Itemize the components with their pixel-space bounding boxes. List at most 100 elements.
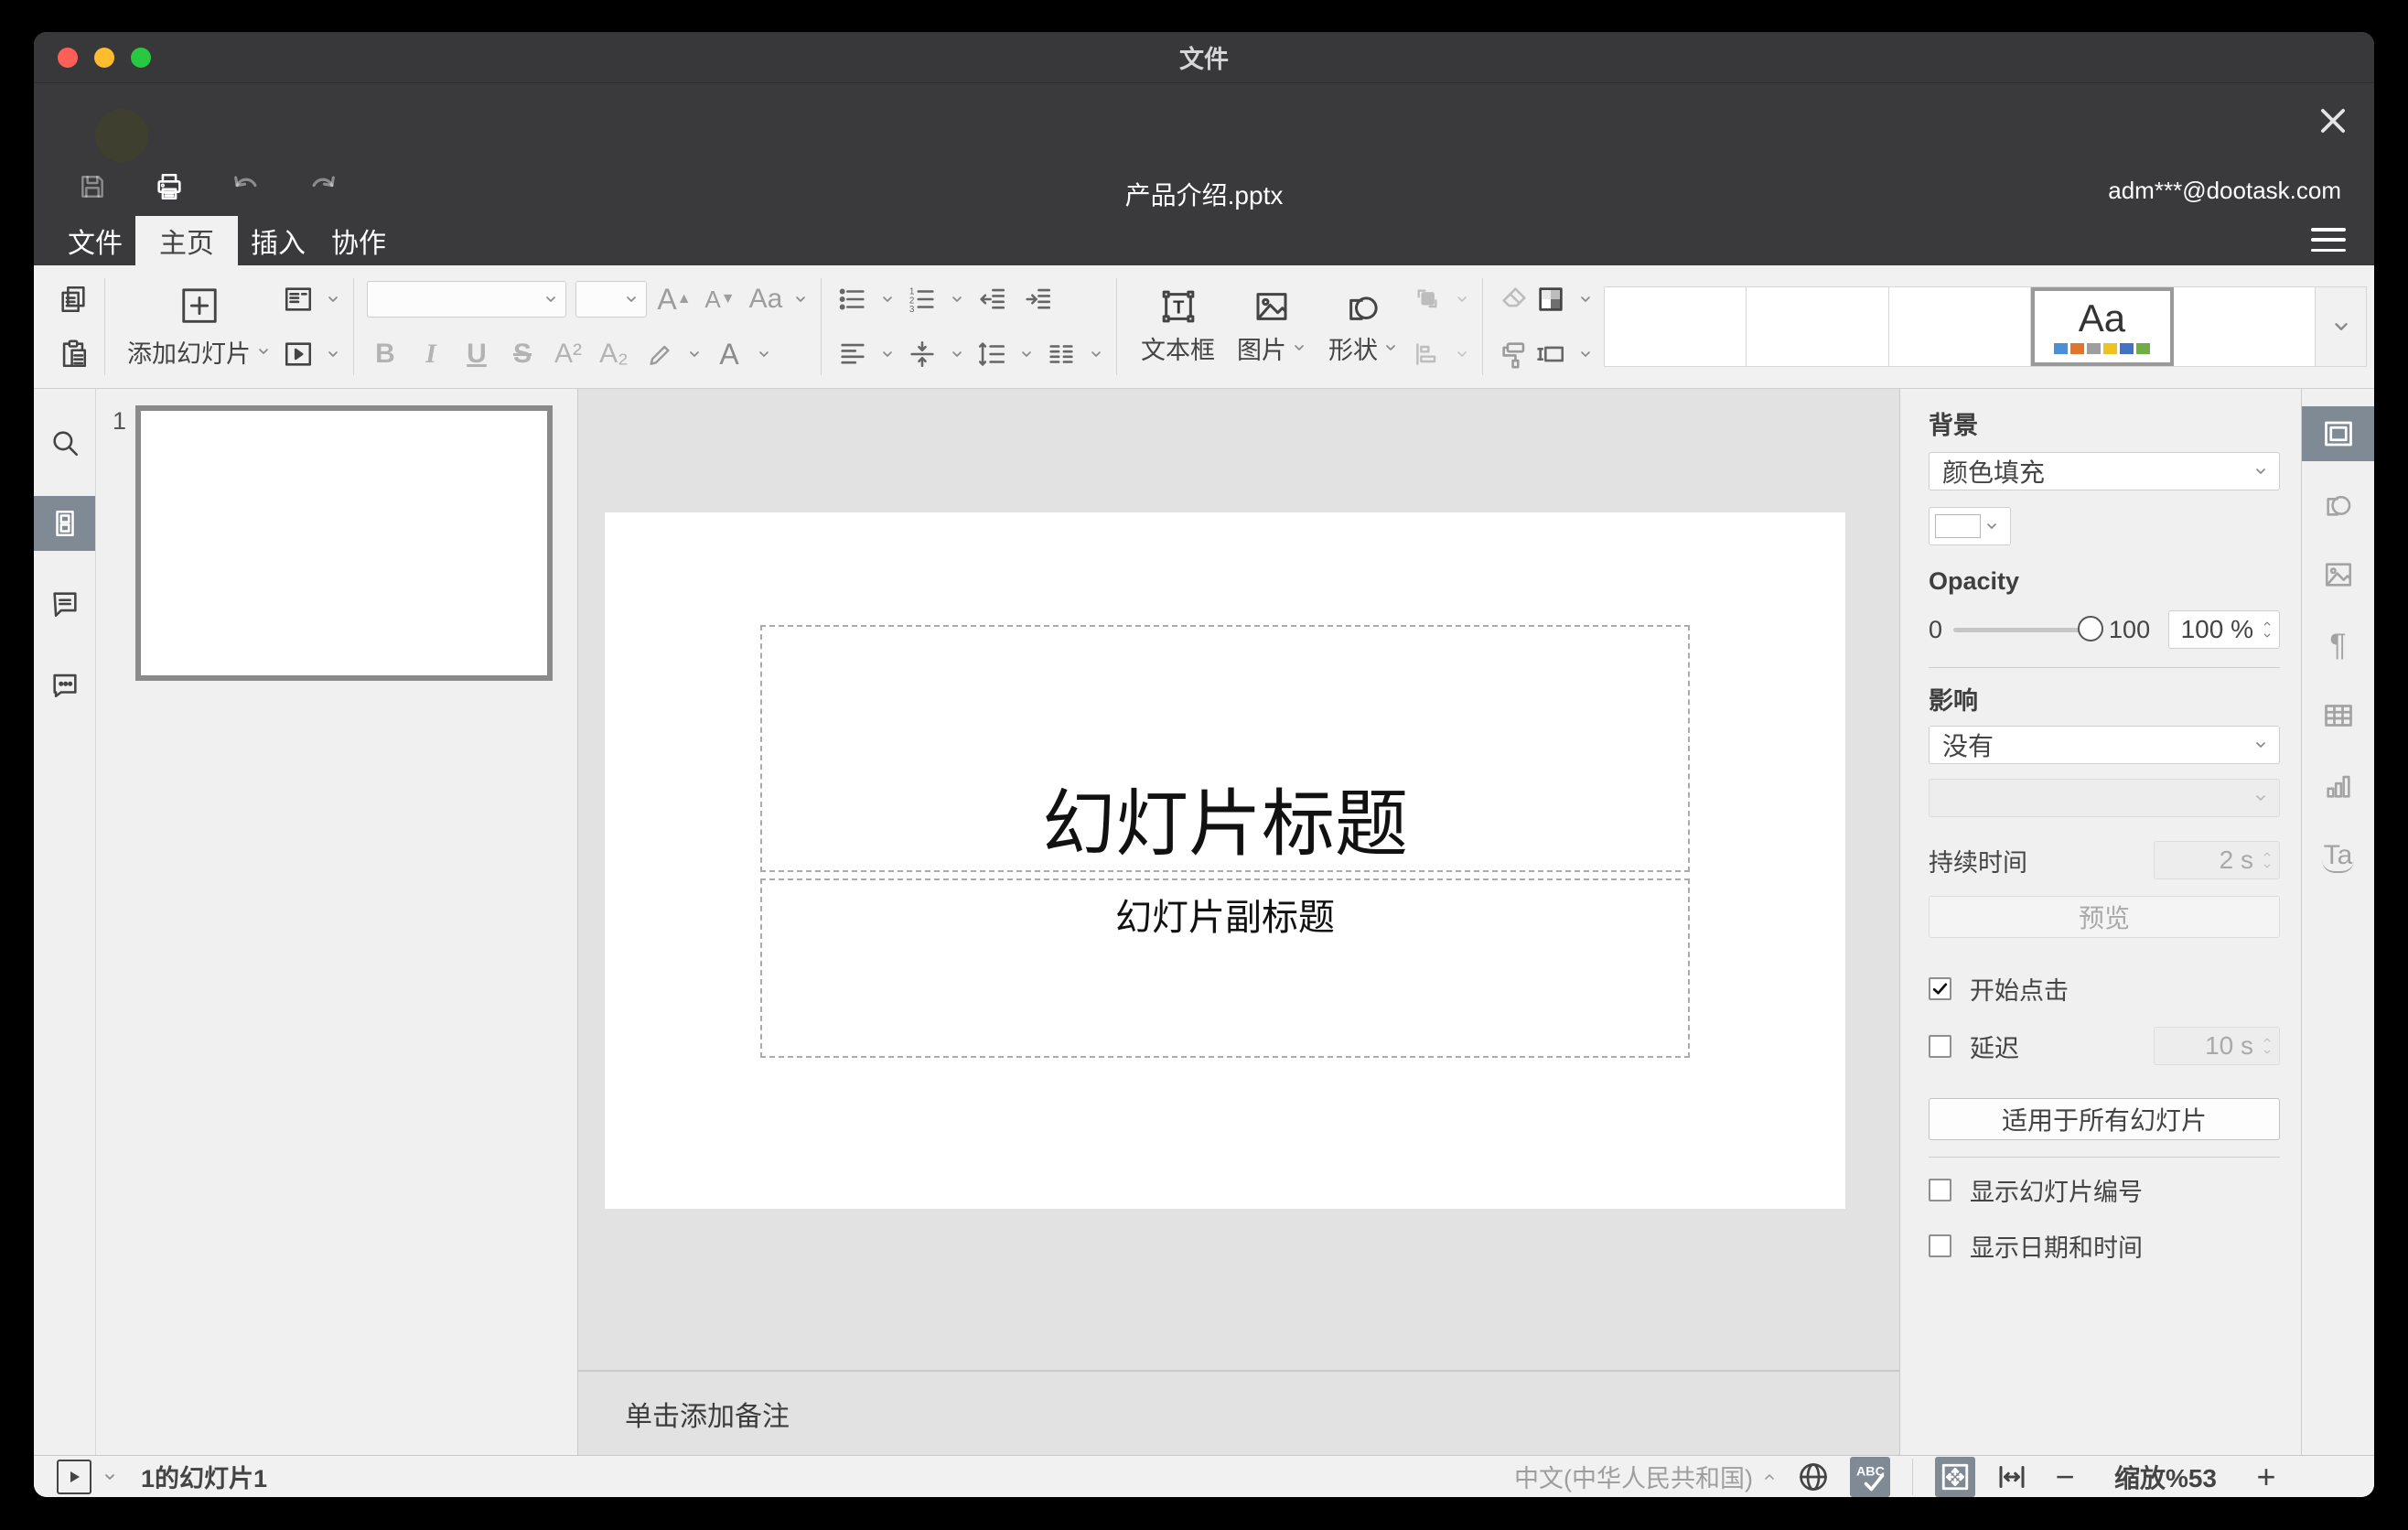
chevron-down-icon[interactable] [326,292,340,307]
slide-canvas[interactable]: 幻灯片标题 幻灯片副标题 [605,512,1845,1209]
zoom-out-button[interactable]: − [2048,1458,2081,1496]
copy-style-button[interactable] [1496,334,1532,374]
tab-insert[interactable]: 插入 [238,216,318,265]
paragraph-settings-tab[interactable]: ¶ [2302,618,2374,673]
add-slide-button[interactable]: 添加幻灯片 [118,265,280,388]
italic-button[interactable]: I [413,334,449,374]
color-scheme-button[interactable] [1532,279,1569,319]
chevron-down-icon[interactable] [326,347,340,361]
chevron-down-icon[interactable] [1578,347,1593,361]
close-icon[interactable] [2316,103,2350,138]
insert-image-button[interactable]: 图片 [1226,265,1317,388]
increase-indent-button[interactable] [1019,279,1056,319]
slides-panel-button[interactable] [34,496,95,551]
chat-button[interactable] [34,657,95,712]
copy-button[interactable] [55,279,91,319]
bullet-list-button[interactable] [834,279,871,319]
chevron-down-icon[interactable] [102,1470,117,1484]
line-spacing-button[interactable] [973,334,1010,374]
insert-textbox-button[interactable]: T 文本框 [1130,265,1226,388]
vertical-align-button[interactable] [904,334,941,374]
search-button[interactable] [34,415,95,470]
background-fill-select[interactable]: 颜色填充 [1929,452,2280,490]
background-color-swatch[interactable] [1929,507,2011,545]
theme-item[interactable] [1888,287,2032,366]
theme-item[interactable] [2173,287,2316,366]
chevron-down-icon[interactable] [757,347,771,361]
title-placeholder[interactable]: 幻灯片标题 [760,625,1690,872]
paste-button[interactable] [55,334,91,374]
show-date-time-checkbox[interactable] [1929,1234,1951,1257]
language-selector[interactable]: 中文(中华人民共和国) [1514,1459,1777,1494]
subtitle-placeholder[interactable]: 幻灯片副标题 [760,878,1690,1058]
chevron-down-icon[interactable] [1089,347,1103,361]
font-color-button[interactable]: A [711,334,747,374]
arrange-objects-button[interactable] [1409,279,1446,319]
effect-type-select[interactable] [1929,779,2280,817]
fit-to-width-button[interactable] [1992,1457,2032,1497]
zoom-in-button[interactable]: + [2250,1458,2283,1496]
table-settings-tab[interactable] [2302,688,2374,743]
highlight-color-button[interactable] [641,334,678,374]
chevron-down-icon[interactable] [687,347,702,361]
chevron-down-icon[interactable] [880,347,895,361]
change-case-button[interactable]: Aa [747,279,784,319]
delay-spinner[interactable]: 10 s [2154,1027,2280,1065]
columns-button[interactable] [1043,334,1080,374]
fit-to-slide-button[interactable] [1934,1456,1975,1497]
start-slideshow-status-button[interactable] [57,1459,91,1494]
chart-settings-tab[interactable] [2302,759,2374,813]
numbered-list-button[interactable]: 123 [904,279,941,319]
underline-button[interactable]: U [458,334,495,374]
theme-item[interactable] [1747,287,1889,366]
slide-thumbnail[interactable] [135,405,553,681]
slide-size-button[interactable] [1532,334,1569,374]
effect-select[interactable]: 没有 [1929,726,2280,764]
menu-icon[interactable] [2311,228,2346,252]
opacity-spinner[interactable]: 100 % [2168,610,2280,649]
horizontal-align-button[interactable] [834,334,871,374]
set-language-button[interactable] [1793,1457,1833,1497]
slide-settings-tab[interactable] [2302,406,2374,461]
clear-style-button[interactable] [1496,279,1532,319]
notes-area[interactable]: 单击添加备注 [578,1370,1899,1455]
tab-collaboration[interactable]: 协作 [318,216,399,265]
increase-font-button[interactable]: A ▲ [656,279,693,319]
align-objects-button[interactable] [1409,334,1446,374]
tab-file[interactable]: 文件 [55,216,135,265]
decrease-indent-button[interactable] [973,279,1010,319]
strikethrough-button[interactable]: S [504,334,541,374]
delay-checkbox[interactable] [1929,1034,1951,1058]
chevron-down-icon[interactable] [880,292,895,307]
chevron-down-icon[interactable] [950,347,964,361]
chevron-down-icon[interactable] [793,292,808,307]
start-slideshow-button[interactable] [280,334,317,374]
theme-item[interactable] [1605,287,1747,366]
comments-button[interactable] [34,576,95,631]
subscript-button[interactable]: A₂ [596,334,632,374]
chevron-down-icon[interactable] [1578,292,1593,307]
shape-settings-tab[interactable] [2302,477,2374,532]
text-art-settings-tab[interactable]: Ta [2302,829,2374,884]
decrease-font-button[interactable]: A ▼ [702,279,738,319]
font-size-select[interactable] [575,281,647,318]
theme-gallery-expand-button[interactable] [2316,286,2367,367]
duration-spinner[interactable]: 2 s [2154,841,2280,879]
superscript-button[interactable]: A² [550,334,586,374]
bold-button[interactable]: B [367,334,403,374]
theme-item-selected[interactable]: Aa [2031,287,2174,366]
opacity-slider-knob[interactable] [2078,615,2104,641]
chevron-down-icon[interactable] [1019,347,1034,361]
tab-home[interactable]: 主页 [135,216,238,265]
start-on-click-checkbox[interactable] [1929,977,1951,1000]
opacity-slider[interactable] [1953,615,2104,641]
show-slide-number-checkbox[interactable] [1929,1179,1951,1201]
insert-shape-button[interactable]: 形状 [1317,265,1409,388]
spellcheck-button[interactable]: ABC [1849,1456,1890,1497]
chevron-down-icon[interactable] [950,292,964,307]
image-settings-tab[interactable] [2302,547,2374,602]
change-layout-button[interactable] [280,279,317,319]
preview-button[interactable]: 预览 [1929,896,2280,938]
apply-to-all-slides-button[interactable]: 适用于所有幻灯片 [1929,1098,2280,1140]
font-name-select[interactable] [367,281,566,318]
